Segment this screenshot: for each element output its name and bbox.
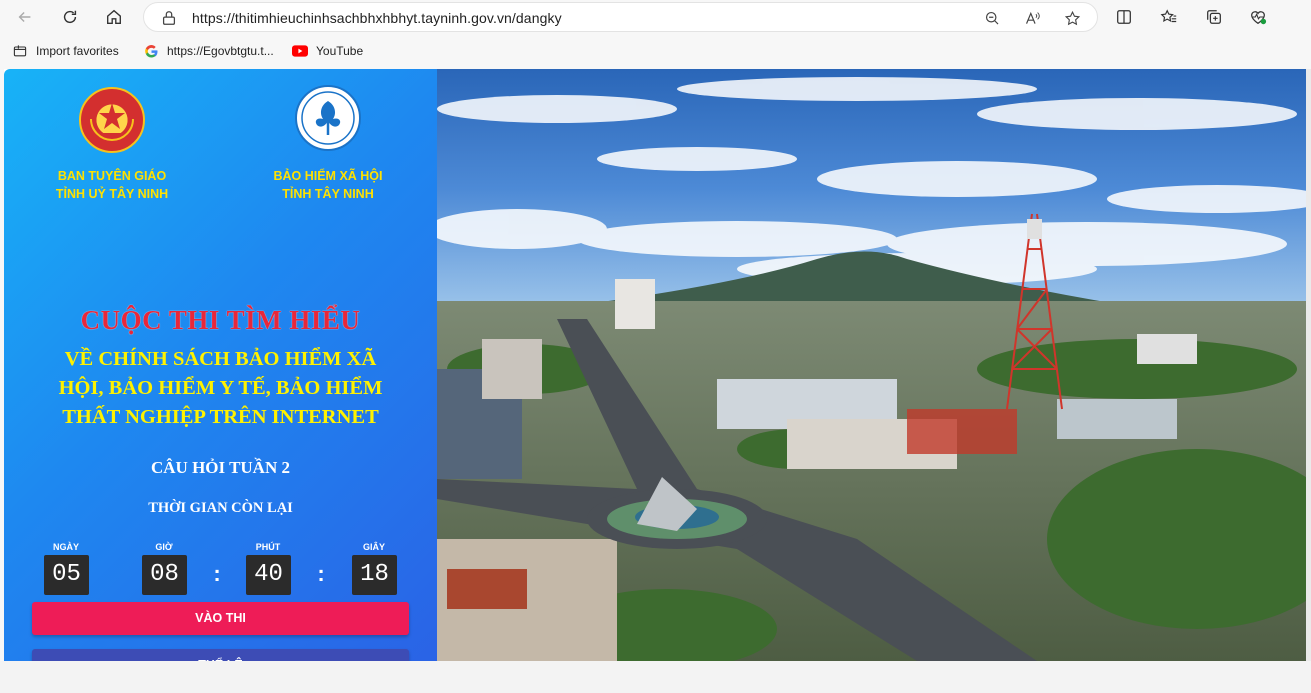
favorite-egov[interactable]: https://Egovbtgtu.t... [143,43,274,59]
web-page: BAN TUYÊN GIÁO TỈNH UỶ TÂY NINH BẢO HIỂM… [4,69,1306,661]
minutes-seconds-separator: : [317,561,325,586]
days-label: NGÀY [52,542,79,552]
address-bar[interactable]: https://thitimhieuchinhsachbhxhbhyt.tayn… [143,2,1098,32]
split-screen-button[interactable] [1113,6,1135,28]
tay-ninh-city-image [437,69,1306,661]
ban-tuyen-giao-logo [79,87,145,153]
city-photo [437,69,1306,661]
favorite-youtube[interactable]: YouTube [292,43,363,59]
browser-essentials-button[interactable] [1247,6,1269,28]
seconds-label: GIÂY [362,542,385,552]
days-value: 05 [44,555,89,595]
home-button[interactable] [101,5,127,29]
scrollbar[interactable] [1306,69,1311,661]
org-left-name: BAN TUYÊN GIÁO TỈNH UỶ TÂY NINH [55,169,169,201]
star-icon [1064,10,1080,25]
refresh-icon [63,10,77,24]
read-aloud-button[interactable] [1022,8,1042,28]
contest-panel: BAN TUYÊN GIÁO TỈNH UỶ TÂY NINH BẢO HIỂM… [4,69,437,661]
google-icon [143,43,159,59]
minutes-value: 40 [246,555,291,595]
collections-button[interactable] [1203,6,1225,28]
back-button[interactable] [12,5,38,29]
window-bottom-area [0,661,1311,693]
favorites-bar: Import favorites https://Egovbtgtu.t... … [0,36,1311,66]
import-icon [12,43,28,59]
zoom-button[interactable] [982,8,1002,28]
read-aloud-icon [1025,11,1040,24]
remaining-time-label: THỜI GIAN CÒN LẠI [148,500,293,516]
favorites-star-icon [1160,9,1177,23]
browser-toolbar: https://thitimhieuchinhsachbhxhbhyt.tayn… [0,0,1311,34]
youtube-icon [292,43,308,59]
rules-button[interactable]: THỂ LỆ [32,649,409,661]
minutes-label: PHÚT [255,542,281,552]
contest-title: CUỘC THI TÌM HIỂU [80,305,361,335]
zoom-out-icon [985,11,998,24]
collections-icon [1207,10,1221,24]
enter-contest-button[interactable]: VÀO THI [32,602,409,635]
favorites-button[interactable] [1158,6,1180,28]
hours-value: 08 [142,555,187,595]
refresh-button[interactable] [57,5,83,29]
bhxh-emblem-icon [301,91,355,145]
hours-minutes-separator: : [213,561,221,586]
seconds-value: 18 [352,555,397,595]
hours-label: GIỜ [155,542,173,552]
arrow-left-icon [18,11,31,23]
favorite-import[interactable]: Import favorites [12,43,119,59]
split-screen-icon [1117,10,1131,24]
week-label: CÂU HỎI TUẦN 2 [150,458,290,477]
favorite-button[interactable] [1062,8,1082,28]
url-text[interactable]: https://thitimhieuchinhsachbhxhbhyt.tayn… [192,10,562,26]
lock-icon [162,11,176,25]
home-icon [107,9,121,24]
org-right-name: BẢO HIỂM XÃ HỘI TỈNH TÂY NINH [273,169,383,201]
contest-subtitle: VỀ CHÍNH SÁCH BẢO HIỂM XÃ HỘI, BẢO HIỂM … [58,348,383,428]
bhxh-logo [295,85,361,151]
heart-pulse-icon [1251,11,1267,25]
emblem-icon [90,103,134,141]
